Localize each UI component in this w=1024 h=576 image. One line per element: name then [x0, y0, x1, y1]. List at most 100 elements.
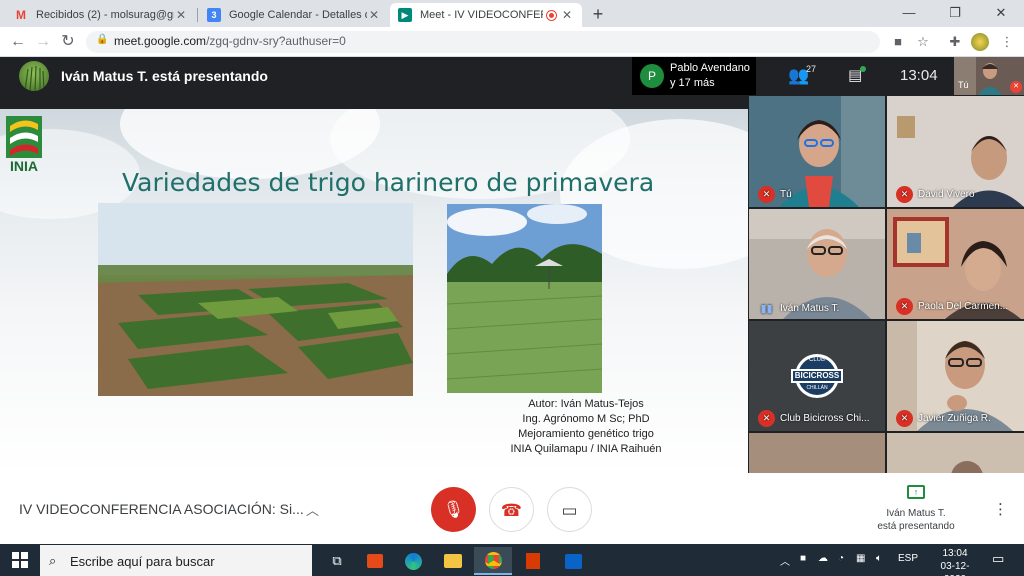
participant-name: Club Bicicross Chi...: [780, 413, 870, 424]
mic-off-icon: ✕: [896, 410, 913, 427]
mic-toggle-button[interactable]: 🎙︎: [431, 487, 476, 532]
mic-off-icon: ✕: [896, 298, 913, 315]
chevron-up-icon[interactable]: ︿: [306, 500, 319, 519]
office-app-icon[interactable]: [514, 547, 552, 575]
participant-tile-david[interactable]: ✕ David Vivero: [887, 96, 1024, 207]
speaking-indicator-icon: ▮▮: [760, 303, 773, 315]
participant-tile-partial[interactable]: [887, 433, 1024, 473]
chat-notification-dot: [860, 66, 866, 72]
tray-cloud-icon[interactable]: ☁: [818, 553, 828, 564]
profile-avatar[interactable]: .: [971, 33, 989, 51]
url-text[interactable]: meet.google.com/zgq-gdnv-sry?authuser=0: [114, 34, 346, 48]
slide-author-block: Autor: Iván Matus-Tejos Ing. Agrónomo M …: [486, 397, 686, 457]
participant-name: Iván Matus T.: [780, 303, 840, 314]
forward-icon[interactable]: →: [33, 32, 53, 52]
reload-icon[interactable]: ↻: [58, 32, 78, 52]
logo-text-bottom: CHILLÁN: [806, 385, 828, 391]
logo-text-top: CLUB: [808, 357, 825, 363]
recording-icon: [547, 10, 556, 20]
participant-name: David Vivero: [918, 189, 975, 200]
leave-call-button[interactable]: ☎: [489, 487, 534, 532]
tray-language[interactable]: ESP: [898, 553, 918, 564]
camera-toggle-button[interactable]: ▭: [547, 487, 592, 532]
participant-first-name: Pablo Avendano: [670, 62, 750, 74]
minimize-button[interactable]: —: [886, 0, 932, 27]
windows-start-icon[interactable]: [12, 552, 28, 568]
outlook-app-icon[interactable]: [554, 547, 592, 575]
participant-name: Paola Del Carmen...: [918, 301, 1009, 312]
tray-volume-icon[interactable]: 🔈︎: [876, 553, 882, 564]
participant-tile-club-bicicross[interactable]: CLUB BICICROSS CHILLÁN ✕ Club Bicicross C…: [749, 321, 885, 431]
participant-name: Javier Zuñiga R.: [918, 413, 991, 424]
hang-up-icon: ☎: [500, 501, 523, 520]
participant-label: ✕ Paola Del Carmen...: [887, 298, 1008, 315]
close-icon[interactable]: ✕: [560, 8, 574, 22]
meet-icon: ▶: [398, 8, 412, 22]
close-window-button[interactable]: ✕: [978, 0, 1024, 27]
participant-tile-ivan[interactable]: ▮▮ Iván Matus T.: [749, 209, 885, 319]
tray-recorder-icon[interactable]: ■: [800, 553, 806, 564]
mic-off-icon: ✕: [758, 186, 775, 203]
aerial-wheat-field-photo: [98, 203, 413, 396]
more-options-icon[interactable]: ⋮: [993, 500, 1008, 518]
author-line: Mejoramiento genético trigo: [518, 428, 654, 440]
notification-icon[interactable]: ▭: [992, 551, 1004, 567]
inia-logo-text: INIA: [10, 158, 38, 174]
close-icon[interactable]: ✕: [367, 8, 381, 22]
present-screen-icon[interactable]: ↑: [907, 485, 925, 499]
logo-text-main: BICICROSS: [794, 371, 840, 380]
back-icon[interactable]: ←: [8, 32, 28, 52]
self-preview-label: Tú: [958, 80, 969, 90]
tray-clock[interactable]: 13:04 03-12-2020: [930, 547, 980, 576]
participant-tile-javier[interactable]: ✕ Javier Zuñiga R.: [887, 321, 1024, 431]
taskbar-search-placeholder: Escribe aquí para buscar: [70, 554, 215, 569]
presenter-avatar: [19, 61, 49, 91]
author-line: INIA Quilamapu / INIA Raihuén: [510, 443, 662, 455]
tray-wifi-icon[interactable]: ◔: [838, 553, 844, 564]
tab-meet[interactable]: ▶ Meet - IV VIDEOCONFERENCIA ✕: [390, 3, 582, 27]
people-count: 27: [806, 64, 817, 74]
new-tab-button[interactable]: +: [588, 4, 608, 24]
camera-in-use-icon[interactable]: ■: [889, 33, 907, 51]
participants-names: Pablo Avendano y 17 más: [670, 61, 750, 91]
tab-title: Recibidos (2) - molsurag@gmail.c: [36, 9, 174, 21]
inia-logo: INIA: [4, 112, 44, 176]
presenting-title: Iván Matus T. está presentando: [61, 68, 268, 84]
calendar-icon: 3: [207, 8, 221, 22]
file-explorer-icon[interactable]: [434, 547, 472, 575]
lock-icon[interactable]: 🔒: [96, 34, 108, 48]
close-icon[interactable]: ✕: [174, 8, 188, 22]
bookmark-star-icon[interactable]: ☆: [914, 33, 932, 51]
meeting-clock: 13:04: [900, 67, 938, 84]
participant-label: ✕ David Vivero: [887, 186, 975, 203]
extensions-icon[interactable]: ✚: [946, 33, 964, 51]
tab-calendar[interactable]: 3 Google Calendar - Detalles del e ✕: [199, 3, 389, 27]
participant-tile-partial[interactable]: [749, 433, 885, 473]
url-path: /zgq-gdnv-sry?authuser=0: [206, 34, 346, 48]
screen-recorder-app-icon[interactable]: [356, 547, 394, 575]
slide-title: Variedades de trigo harinero de primaver…: [122, 168, 655, 197]
tab-title: Meet - IV VIDEOCONFERENCIA: [420, 9, 543, 21]
gmail-icon: M: [16, 8, 26, 22]
tab-gmail[interactable]: M Recibidos (2) - molsurag@gmail.c ✕: [6, 3, 196, 27]
presenting-label: está presentando: [877, 521, 955, 532]
task-view-icon[interactable]: ⧉: [318, 547, 356, 575]
tab-title: Google Calendar - Detalles del e: [229, 9, 367, 21]
mic-off-icon: ✕: [896, 186, 913, 203]
meeting-name[interactable]: IV VIDEOCONFERENCIA ASOCIACIÓN: Si...: [19, 501, 304, 517]
participant-label: ✕ Javier Zuñiga R.: [887, 410, 991, 427]
tray-chevron-up-icon[interactable]: ︿: [780, 553, 790, 568]
participant-label: ✕ Tú: [749, 186, 792, 203]
search-icon: ⌕: [49, 553, 57, 568]
participant-tile-self[interactable]: ✕ Tú: [749, 96, 885, 207]
edge-browser-icon[interactable]: [394, 547, 432, 575]
tray-network-icon[interactable]: ▦: [856, 553, 865, 564]
participant-tile-paola[interactable]: ✕ Paola Del Carmen...: [887, 209, 1024, 319]
restore-button[interactable]: ❐: [932, 0, 978, 27]
presenting-status[interactable]: Iván Matus T. está presentando: [860, 507, 972, 533]
presenter-name: Iván Matus T.: [886, 508, 946, 519]
menu-icon[interactable]: ⋮: [998, 33, 1016, 51]
mic-off-icon: 🎙︎: [442, 500, 465, 519]
mic-off-icon: ✕: [1010, 81, 1022, 93]
chrome-browser-icon[interactable]: [474, 547, 512, 575]
